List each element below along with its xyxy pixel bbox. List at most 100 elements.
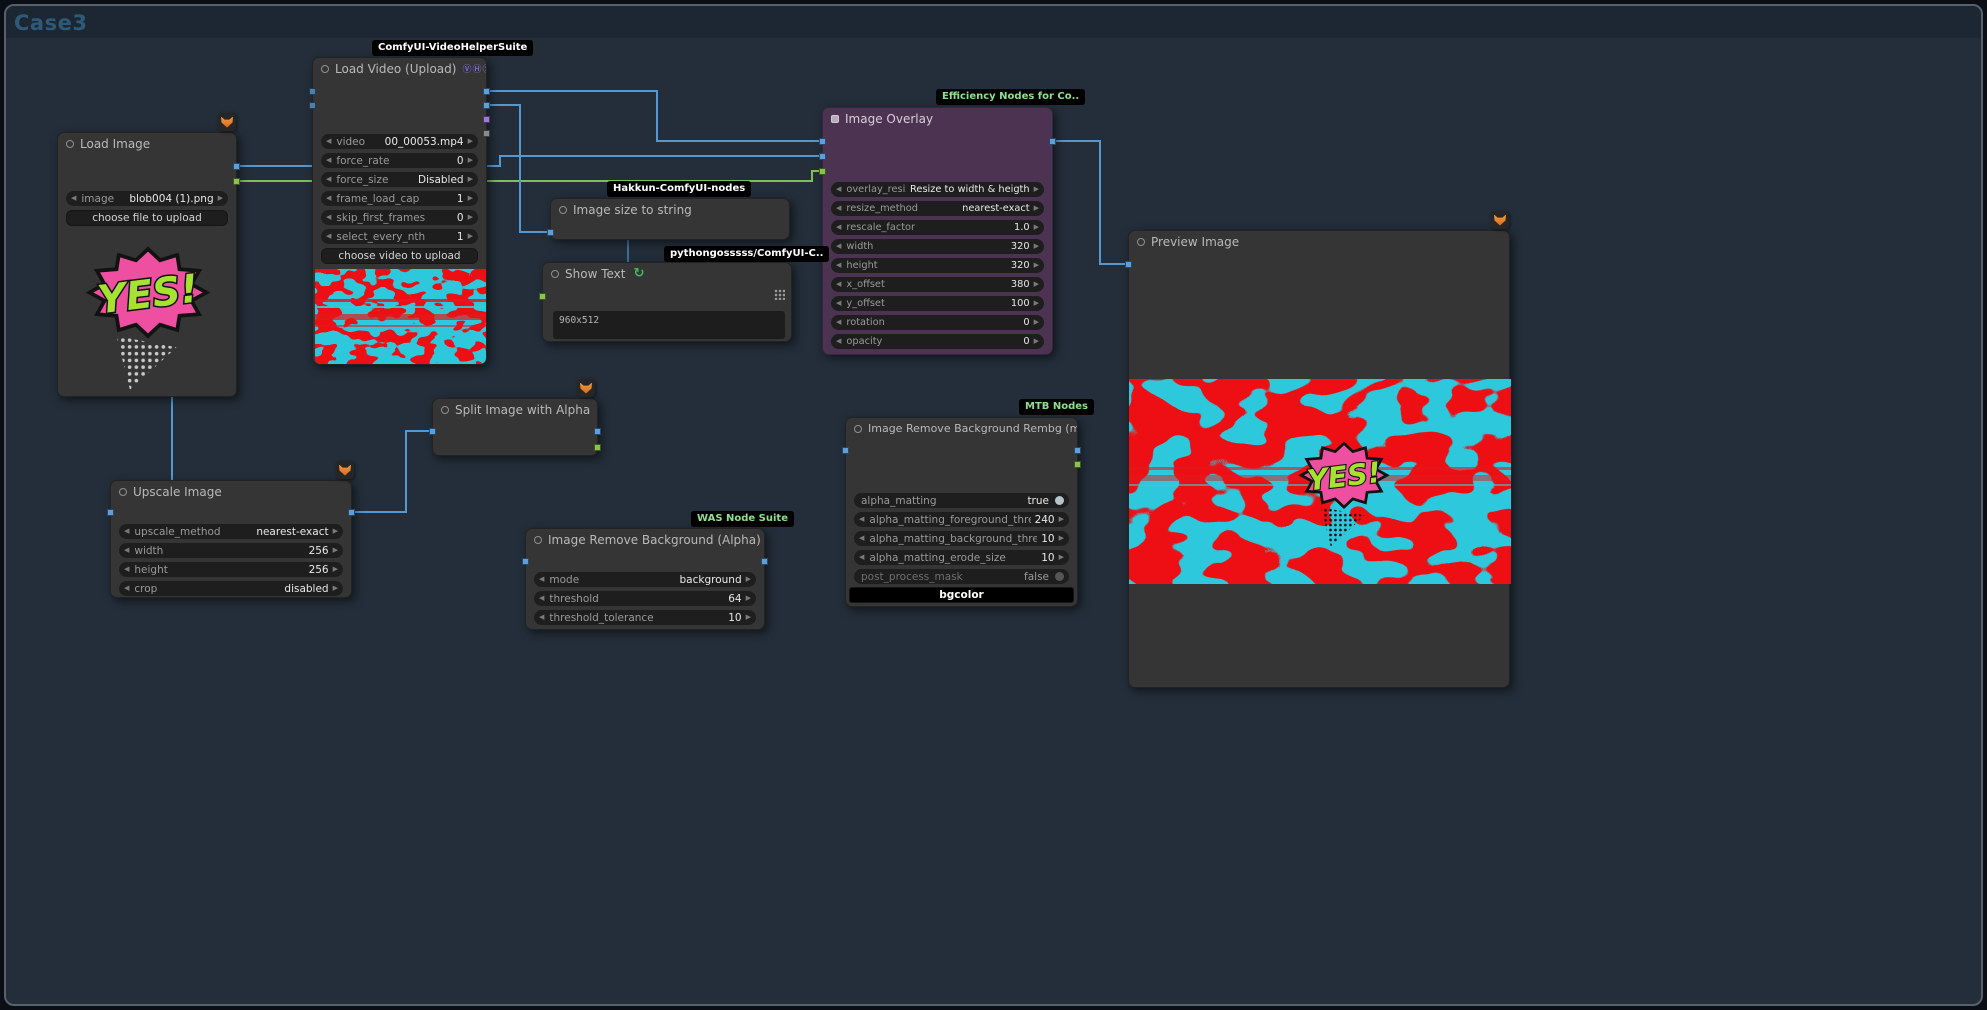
widget-overlay-resize[interactable]: ◀ overlay_resize Resize to width & heigt… [831, 182, 1044, 197]
node-header[interactable]: Split Image with Alpha [433, 399, 597, 420]
right-arrow-icon[interactable]: ▶ [1034, 300, 1039, 307]
input-slot[interactable] [309, 102, 316, 109]
node-header[interactable]: Load Image [58, 133, 236, 154]
node-header[interactable]: Preview Image [1129, 231, 1509, 252]
toggle-knob[interactable] [1055, 572, 1064, 581]
node-header[interactable]: Image size to string [551, 199, 789, 220]
widget-width[interactable]: ◀ width 256 ▶ [119, 543, 343, 558]
node-image-size-to-string[interactable]: Image size to string [550, 198, 790, 240]
widget-alpha-matting-foreground-threshold[interactable]: ◀ alpha_matting_foreground_threshold 240… [854, 512, 1069, 527]
input-slot-image[interactable] [522, 558, 529, 565]
right-arrow-icon[interactable]: ▶ [1034, 205, 1039, 212]
node-collapse-dot[interactable] [1137, 238, 1145, 246]
widget-image[interactable]: ◀ image blob004 (1).png ▶ [66, 191, 228, 206]
left-arrow-icon[interactable]: ◀ [539, 614, 544, 621]
right-arrow-icon[interactable]: ▶ [1034, 186, 1039, 193]
right-arrow-icon[interactable]: ▶ [746, 614, 751, 621]
right-arrow-icon[interactable]: ▶ [1034, 338, 1039, 345]
widget-height[interactable]: ◀ height 256 ▶ [119, 562, 343, 577]
right-arrow-icon[interactable]: ▶ [1059, 554, 1064, 561]
widget-crop[interactable]: ◀ crop disabled ▶ [119, 581, 343, 596]
resize-grip-icon[interactable] [774, 289, 785, 300]
widget-width[interactable]: ◀ width 320 ▶ [831, 239, 1044, 254]
output-slot-image[interactable] [483, 88, 490, 95]
widget-alpha-matting[interactable]: alpha_matting true [854, 493, 1069, 508]
right-arrow-icon[interactable]: ▶ [1059, 516, 1064, 523]
input-slot-overlay-image[interactable] [819, 153, 826, 160]
right-arrow-icon[interactable]: ▶ [1034, 224, 1039, 231]
right-arrow-icon[interactable]: ▶ [333, 566, 338, 573]
left-arrow-icon[interactable]: ◀ [539, 576, 544, 583]
left-arrow-icon[interactable]: ◀ [836, 281, 841, 288]
widget-x-offset[interactable]: ◀ x_offset 380 ▶ [831, 277, 1044, 292]
left-arrow-icon[interactable]: ◀ [859, 516, 864, 523]
right-arrow-icon[interactable]: ▶ [218, 195, 223, 202]
output-slot-image[interactable] [1049, 138, 1056, 145]
left-arrow-icon[interactable]: ◀ [326, 233, 331, 240]
input-slot-image[interactable] [107, 509, 114, 516]
left-arrow-icon[interactable]: ◀ [836, 224, 841, 231]
widget-height[interactable]: ◀ height 320 ▶ [831, 258, 1044, 273]
right-arrow-icon[interactable]: ▶ [333, 547, 338, 554]
widget-rotation[interactable]: ◀ rotation 0 ▶ [831, 315, 1044, 330]
output-slot-mask[interactable] [1074, 461, 1081, 468]
left-arrow-icon[interactable]: ◀ [836, 186, 841, 193]
node-show-text[interactable]: Show Text ↻ 960x512 [542, 262, 792, 342]
input-slot-image[interactable] [1125, 261, 1132, 268]
input-slot-image[interactable] [842, 447, 849, 454]
right-arrow-icon[interactable]: ▶ [468, 233, 473, 240]
left-arrow-icon[interactable]: ◀ [836, 262, 841, 269]
right-arrow-icon[interactable]: ▶ [1034, 262, 1039, 269]
left-arrow-icon[interactable]: ◀ [859, 554, 864, 561]
input-slot-text[interactable] [539, 293, 546, 300]
widget-opacity[interactable]: ◀ opacity 0 ▶ [831, 334, 1044, 349]
widget-select-every-nth[interactable]: ◀ select_every_nth 1 ▶ [321, 229, 478, 244]
output-slot-alpha[interactable] [594, 444, 601, 451]
right-arrow-icon[interactable]: ▶ [468, 214, 473, 221]
choose-video-button[interactable]: choose video to upload [321, 248, 478, 264]
widget-force-size[interactable]: ◀ force_size Disabled ▶ [321, 172, 478, 187]
input-slot-image[interactable] [429, 428, 436, 435]
choose-file-button[interactable]: choose file to upload [66, 210, 228, 226]
widget-threshold[interactable]: ◀ threshold 64 ▶ [534, 591, 756, 606]
widget-alpha-matting-background-threshold[interactable]: ◀ alpha_matting_background_threshold 10 … [854, 531, 1069, 546]
node-collapse-dot[interactable] [559, 206, 567, 214]
node-upscale-image[interactable]: Upscale Image ◀ upscale_method nearest-e… [110, 480, 352, 598]
node-collapse-dot[interactable] [831, 115, 839, 123]
node-collapse-dot[interactable] [66, 140, 74, 148]
output-slot-videoinfo[interactable] [483, 130, 490, 137]
show-text-output[interactable]: 960x512 [553, 311, 785, 339]
left-arrow-icon[interactable]: ◀ [71, 195, 76, 202]
bgcolor-button[interactable]: bgcolor [849, 587, 1074, 603]
node-collapse-dot[interactable] [119, 488, 127, 496]
left-arrow-icon[interactable]: ◀ [836, 319, 841, 326]
right-arrow-icon[interactable]: ▶ [1034, 243, 1039, 250]
widget-mode[interactable]: ◀ mode background ▶ [534, 572, 756, 587]
widget-video[interactable]: ◀ video 00_00053.mp4 ▶ [321, 134, 478, 149]
left-arrow-icon[interactable]: ◀ [836, 300, 841, 307]
node-collapse-dot[interactable] [441, 406, 449, 414]
widget-resize-method[interactable]: ◀ resize_method nearest-exact ▶ [831, 201, 1044, 216]
widget-frame-load-cap[interactable]: ◀ frame_load_cap 1 ▶ [321, 191, 478, 206]
node-header[interactable]: Image Remove Background (Alpha) [526, 529, 764, 550]
left-arrow-icon[interactable]: ◀ [836, 205, 841, 212]
right-arrow-icon[interactable]: ▶ [333, 585, 338, 592]
node-collapse-dot[interactable] [534, 536, 542, 544]
output-slot-image[interactable] [1074, 447, 1081, 454]
right-arrow-icon[interactable]: ▶ [468, 157, 473, 164]
output-slot-image[interactable] [233, 163, 240, 170]
node-header[interactable]: Image Overlay [823, 108, 1052, 129]
node-load-video[interactable]: Load Video (Upload) ⓋⒽⓈ ◀ video 00_00053… [312, 57, 487, 365]
right-arrow-icon[interactable]: ▶ [1034, 319, 1039, 326]
node-image-overlay[interactable]: Image Overlay ◀ overlay_resize Resize to… [822, 107, 1053, 355]
widget-alpha-matting-erode-size[interactable]: ◀ alpha_matting_erode_size 10 ▶ [854, 550, 1069, 565]
output-slot-mask[interactable] [233, 178, 240, 185]
left-arrow-icon[interactable]: ◀ [124, 566, 129, 573]
right-arrow-icon[interactable]: ▶ [746, 595, 751, 602]
left-arrow-icon[interactable]: ◀ [124, 585, 129, 592]
left-arrow-icon[interactable]: ◀ [859, 535, 864, 542]
input-slot-base-image[interactable] [819, 138, 826, 145]
node-collapse-dot[interactable] [551, 270, 559, 278]
node-split-image-alpha[interactable]: Split Image with Alpha [432, 398, 598, 456]
right-arrow-icon[interactable]: ▶ [468, 138, 473, 145]
